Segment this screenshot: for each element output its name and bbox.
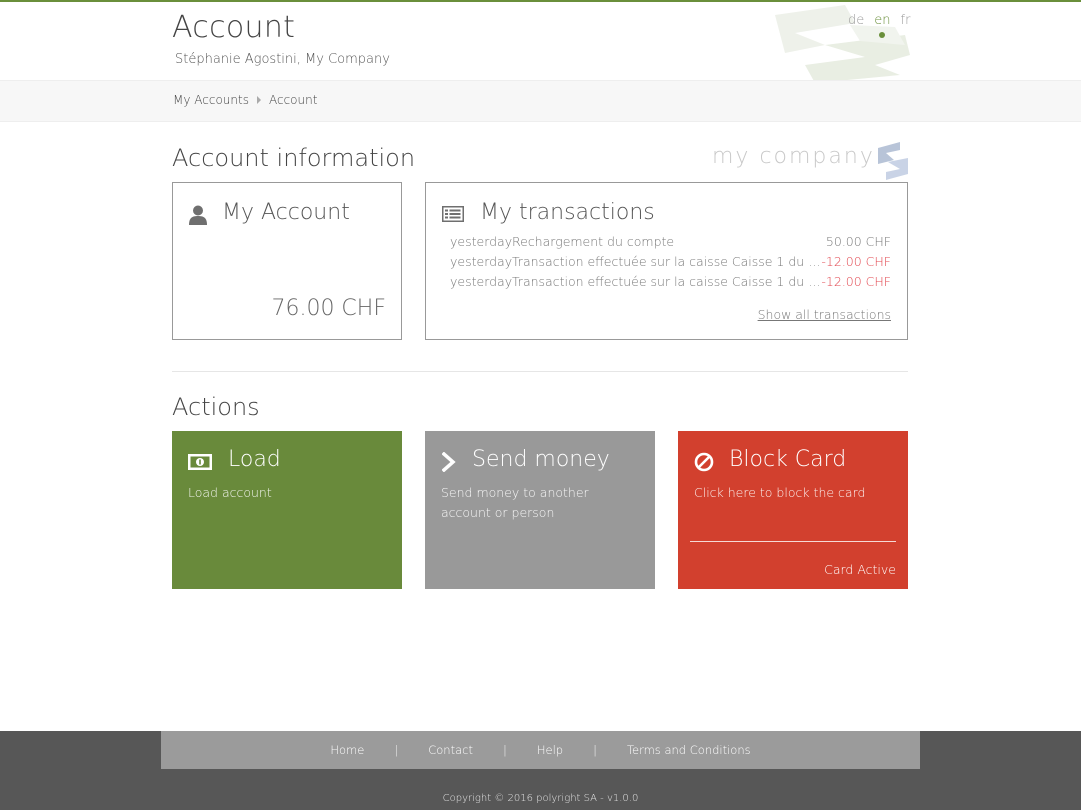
transaction-row[interactable]: yesterday Rechargement du compte 50.00 C…	[450, 234, 891, 254]
user-company-name: Stéphanie Agostini, My Company	[175, 52, 390, 67]
banknote-icon	[188, 454, 212, 470]
company-logo-icon	[878, 142, 908, 180]
send-money-title: Send money	[472, 447, 610, 472]
company-logo: my company	[712, 140, 912, 180]
breadcrumb-current: Account	[268, 93, 318, 107]
actions-heading: Actions	[172, 393, 260, 421]
load-tile[interactable]: Load Load account	[172, 431, 402, 589]
transactions-card: My transactions yesterday Rechargement d…	[425, 182, 908, 340]
list-icon	[442, 206, 464, 222]
footer-link-home[interactable]: Home	[330, 743, 364, 757]
lang-fr[interactable]: fr	[901, 13, 911, 28]
transaction-date: yesterday	[450, 234, 513, 249]
footer-link-contact[interactable]: Contact	[428, 743, 473, 757]
my-account-title: My Account	[222, 200, 350, 225]
breadcrumb-my-accounts[interactable]: My Accounts	[173, 93, 249, 107]
transaction-description: Transaction effectuée sur la caisse Cais…	[512, 274, 822, 289]
footer-separator: |	[394, 743, 399, 757]
copyright-text: Copyright © 2016 polyright SA - v1.0.0	[442, 793, 639, 804]
my-account-card[interactable]: My Account 76.00 CHF	[172, 182, 402, 340]
load-title: Load	[228, 447, 281, 472]
section-divider	[172, 371, 908, 372]
transaction-date: yesterday	[450, 254, 513, 269]
block-card-tile[interactable]: Block Card Click here to block the card …	[678, 431, 908, 589]
lang-de[interactable]: de	[848, 13, 864, 28]
footer-separator: |	[502, 743, 507, 757]
transaction-amount: -12.00 CHF	[821, 274, 891, 289]
ban-icon	[694, 452, 714, 472]
footer-separator: |	[593, 743, 597, 757]
send-money-tile[interactable]: Send money Send money to another account…	[425, 431, 655, 589]
user-icon	[189, 205, 207, 225]
transaction-row[interactable]: yesterday Transaction effectuée sur la c…	[450, 254, 891, 274]
send-money-description: Send money to another account or person	[441, 485, 589, 520]
breadcrumb: My Accounts Account	[173, 93, 317, 107]
transaction-description: Rechargement du compte	[512, 234, 675, 249]
account-info-heading: Account information	[172, 144, 416, 172]
block-card-divider	[690, 541, 896, 542]
account-balance: 76.00 CHF	[271, 296, 386, 321]
block-card-title: Block Card	[729, 447, 847, 472]
footer-nav: Home | Contact | Help | Terms and Condit…	[161, 731, 920, 769]
transaction-date: yesterday	[450, 274, 513, 289]
transaction-description: Transaction effectuée sur la caisse Cais…	[512, 254, 822, 269]
language-switcher: de en fr	[848, 13, 910, 28]
block-card-description: Click here to block the card	[694, 485, 866, 500]
page-header: Account Stéphanie Agostini, My Company d…	[0, 2, 1081, 83]
footer-link-help[interactable]: Help	[537, 743, 563, 757]
show-all-transactions-link[interactable]: Show all transactions	[758, 307, 891, 322]
lang-en[interactable]: en	[874, 13, 890, 28]
load-description: Load account	[188, 485, 272, 500]
breadcrumb-bar: My Accounts Account	[0, 80, 1081, 122]
transaction-row[interactable]: yesterday Transaction effectuée sur la c…	[450, 274, 891, 294]
card-status: Card Active	[824, 562, 896, 577]
footer-link-terms[interactable]: Terms and Conditions	[627, 743, 751, 757]
chevron-right-icon	[442, 452, 456, 472]
company-logo-text: my company	[712, 144, 875, 169]
breadcrumb-separator-icon	[256, 96, 261, 104]
transaction-amount: 50.00 CHF	[825, 234, 891, 249]
transactions-title: My transactions	[480, 200, 655, 225]
page-title: Account	[172, 10, 296, 45]
page-footer: Home | Contact | Help | Terms and Condit…	[0, 731, 1081, 810]
transaction-amount: -12.00 CHF	[821, 254, 891, 269]
